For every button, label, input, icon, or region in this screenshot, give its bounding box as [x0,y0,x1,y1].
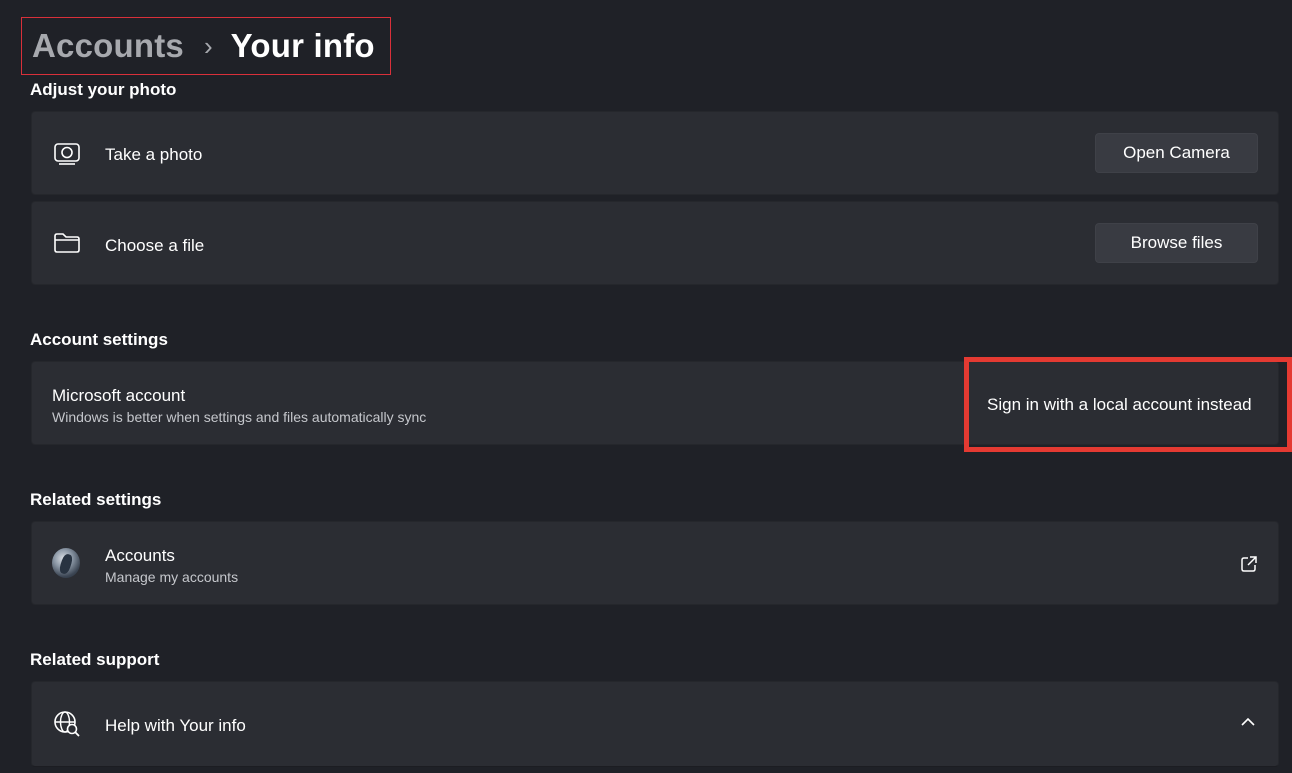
browse-files-button[interactable]: Browse files [1095,223,1258,263]
camera-icon [53,139,81,167]
chevron-up-icon[interactable] [1240,715,1256,727]
choose-file-label: Choose a file [105,236,205,255]
breadcrumb: Accounts › Your info [21,17,391,75]
settings-page: Accounts › Your info Adjust your photo T… [0,0,1292,773]
external-link-icon[interactable] [1240,555,1258,573]
microsoft-account-subtitle: Windows is better when settings and file… [52,409,427,425]
choose-file-card: Choose a file Browse files [31,201,1279,285]
page-title: Your info [230,27,375,64]
chevron-right-icon: › [203,31,213,61]
microsoft-account-title: Microsoft account [52,386,186,405]
avatar [52,548,80,578]
section-title-account-settings: Account settings [30,330,168,349]
sign-in-local-account-link[interactable]: Sign in with a local account instead [987,395,1252,415]
accounts-title: Accounts [105,546,175,565]
open-camera-button[interactable]: Open Camera [1095,133,1258,173]
take-photo-label: Take a photo [105,145,203,164]
accounts-subtitle: Manage my accounts [105,569,239,585]
folder-icon [53,229,81,257]
globe-search-icon [53,710,81,738]
section-title-related-support: Related support [30,650,160,669]
accounts-card[interactable]: Accounts Manage my accounts [31,521,1279,605]
section-title-related-settings: Related settings [30,490,162,509]
help-your-info-label: Help with Your info [105,716,246,735]
help-your-info-card[interactable]: Help with Your info [31,681,1279,767]
section-title-adjust-photo: Adjust your photo [30,80,177,99]
take-photo-card: Take a photo Open Camera [31,111,1279,195]
breadcrumb-accounts[interactable]: Accounts [32,27,184,65]
